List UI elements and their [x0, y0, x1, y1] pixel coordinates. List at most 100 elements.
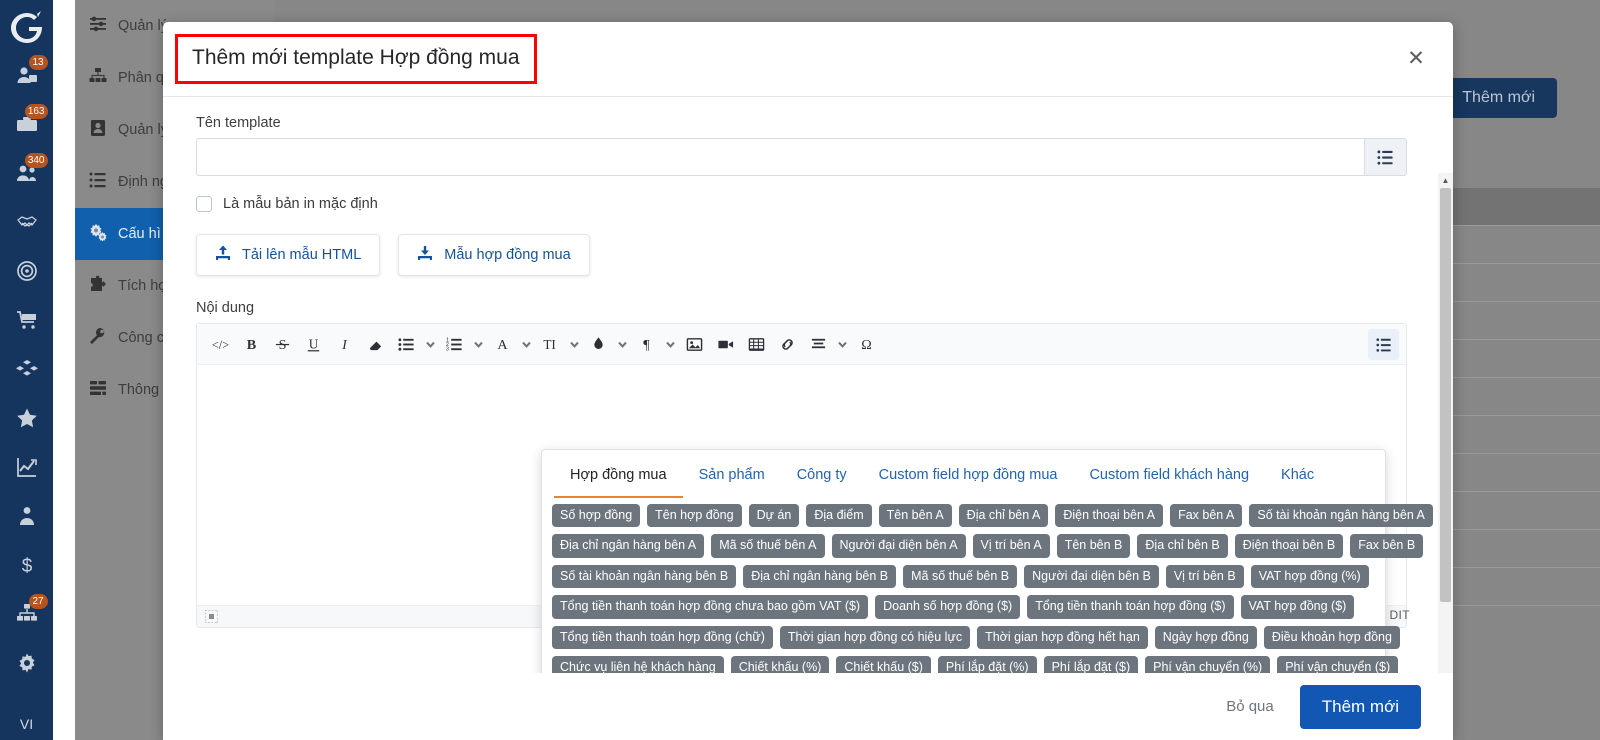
- field-chip[interactable]: Mã số thuế bên A: [711, 534, 825, 558]
- field-picker-tab-4[interactable]: Custom field khách hàng: [1073, 452, 1265, 498]
- template-name-input[interactable]: [196, 138, 1364, 176]
- chevron-down-icon[interactable]: [834, 329, 851, 360]
- chevron-down-icon[interactable]: [470, 329, 487, 360]
- field-chip[interactable]: Thời gian hợp đồng có hiệu lực: [779, 625, 971, 649]
- field-chip[interactable]: Dự án: [748, 504, 800, 528]
- field-chip[interactable]: Số tài khoản ngân hàng bên B: [552, 564, 737, 589]
- field-chip[interactable]: Địa chỉ bên B: [1137, 534, 1228, 558]
- chevron-down-icon[interactable]: [662, 329, 679, 360]
- field-chip[interactable]: Điện thoại bên A: [1055, 504, 1164, 528]
- field-chip[interactable]: Phí vận chuyển (%): [1145, 655, 1271, 673]
- rail-item-cart-icon[interactable]: [7, 302, 47, 342]
- upload-html-template-button[interactable]: Tải lên mẫu HTML: [196, 234, 381, 276]
- toolbar-align-icon[interactable]: [803, 329, 834, 360]
- rail-item-dollar-icon[interactable]: $: [7, 547, 47, 587]
- field-chip[interactable]: Điện thoại bên B: [1234, 534, 1344, 558]
- scrollbar-track[interactable]: [1440, 188, 1451, 673]
- modal-scrollbar[interactable]: ▲ ▼: [1438, 173, 1453, 673]
- scroll-up-arrow-icon[interactable]: ▲: [1438, 173, 1453, 188]
- field-chip[interactable]: Địa chỉ bên A: [958, 504, 1049, 528]
- field-chip[interactable]: Doanh số hợp đồng ($): [875, 595, 1021, 619]
- field-chip[interactable]: Thời gian hợp đồng hết hạn: [977, 625, 1148, 649]
- toolbar-highlight-icon[interactable]: [583, 329, 614, 360]
- field-chip[interactable]: Tổng tiền thanh toán hợp đồng ($): [1027, 595, 1234, 619]
- rail-item-user-tie-icon[interactable]: [7, 498, 47, 538]
- field-chip[interactable]: Ngày hợp đồng: [1154, 625, 1257, 649]
- chevron-down-icon[interactable]: [566, 329, 583, 360]
- toolbar-strikethrough-icon[interactable]: S: [267, 329, 298, 360]
- field-chip[interactable]: Tên bên B: [1056, 534, 1131, 558]
- field-picker-tab-3[interactable]: Custom field hợp đồng mua: [863, 452, 1074, 498]
- resize-handle-icon[interactable]: [204, 609, 219, 624]
- field-chip[interactable]: Mã số thuế bên B: [903, 564, 1018, 589]
- field-chip[interactable]: Chiết khấu (%): [730, 655, 830, 673]
- rail-item-briefcase-icon[interactable]: 163: [7, 104, 48, 146]
- toolbar-image-icon[interactable]: [679, 329, 710, 360]
- template-name-field-list-icon[interactable]: [1364, 138, 1407, 176]
- language-indicator[interactable]: VI: [0, 716, 53, 732]
- field-chip[interactable]: Tên hợp đồng: [647, 504, 742, 528]
- background-add-new-button[interactable]: Thêm mới: [1440, 78, 1557, 118]
- toolbar-font-size-icon[interactable]: TI: [535, 329, 566, 360]
- toolbar-font-color-icon[interactable]: A: [487, 329, 518, 360]
- rail-item-star-icon[interactable]: [7, 400, 47, 440]
- toolbar-bullet-list-icon[interactable]: [391, 329, 422, 360]
- chevron-down-icon[interactable]: [422, 329, 439, 360]
- field-chip[interactable]: Vị trí bên B: [1165, 564, 1244, 589]
- purchase-contract-sample-button[interactable]: Mẫu hợp đồng mua: [398, 234, 590, 276]
- toolbar-numbered-list-icon[interactable]: 123: [439, 329, 470, 360]
- rail-item-handshake-icon[interactable]: [7, 204, 47, 244]
- field-chip[interactable]: Tổng tiền thanh toán hợp đồng (chữ): [552, 625, 773, 649]
- field-picker-tab-5[interactable]: Khác: [1265, 452, 1330, 498]
- field-chip[interactable]: Chiết khấu ($): [836, 655, 931, 673]
- toolbar-video-icon[interactable]: [710, 329, 741, 360]
- rail-item-sitemap-icon[interactable]: 27: [7, 594, 48, 636]
- field-chip[interactable]: VAT hợp đồng (%): [1250, 564, 1369, 589]
- toolbar-italic-icon[interactable]: I: [329, 329, 360, 360]
- field-chip[interactable]: Số hợp đồng: [552, 504, 641, 528]
- field-chip[interactable]: Phí vận chuyển ($): [1277, 655, 1399, 673]
- field-chip[interactable]: Địa điểm: [806, 504, 872, 528]
- chevron-down-icon[interactable]: [614, 329, 631, 360]
- chevron-down-icon[interactable]: [518, 329, 535, 360]
- field-chip[interactable]: Địa chỉ ngân hàng bên A: [552, 534, 705, 558]
- toolbar-underline-icon[interactable]: U: [298, 329, 329, 360]
- field-chip[interactable]: Phí lắp đặt (%): [937, 655, 1037, 673]
- field-chip[interactable]: Fax bên B: [1350, 534, 1424, 558]
- toolbar-code-icon[interactable]: </>: [205, 329, 236, 360]
- rail-item-target-icon[interactable]: [7, 253, 47, 293]
- field-chip[interactable]: VAT hợp đồng ($): [1240, 595, 1355, 619]
- field-chip[interactable]: Số tài khoản ngân hàng bên A: [1249, 504, 1433, 528]
- rail-item-boxes-icon[interactable]: [7, 351, 47, 391]
- brand-logo-icon[interactable]: [7, 8, 47, 48]
- field-chip[interactable]: Địa chỉ ngân hàng bên B: [743, 564, 897, 589]
- toolbar-link-icon[interactable]: [772, 329, 803, 360]
- field-picker-tab-1[interactable]: Sản phẩm: [683, 452, 781, 498]
- field-chip[interactable]: Tên bên A: [878, 504, 952, 528]
- submit-button[interactable]: Thêm mới: [1299, 684, 1421, 729]
- field-chip[interactable]: Người đại diện bên B: [1024, 564, 1159, 589]
- default-print-checkbox-row[interactable]: Là mẫu bản in mặc định: [196, 196, 1407, 212]
- rail-item-chart-line-icon[interactable]: [7, 449, 47, 489]
- field-chip[interactable]: Vị trí bên A: [972, 534, 1050, 558]
- field-picker-tab-0[interactable]: Hợp đồng mua: [554, 452, 683, 498]
- toolbar-paragraph-icon[interactable]: ¶: [631, 329, 662, 360]
- field-chip[interactable]: Fax bên A: [1170, 504, 1243, 528]
- field-chip[interactable]: Tổng tiền thanh toán hợp đồng chưa bao g…: [552, 595, 869, 619]
- field-chip[interactable]: Phí lắp đặt ($): [1043, 655, 1139, 673]
- field-chip[interactable]: Chức vụ liên hệ khách hàng: [552, 655, 724, 673]
- field-chip[interactable]: Người đại diện bên A: [831, 534, 966, 558]
- field-chip[interactable]: Điều khoản hợp đồng: [1263, 625, 1400, 649]
- insert-field-button[interactable]: [1368, 329, 1399, 360]
- rail-item-gear-icon[interactable]: [7, 645, 47, 685]
- toolbar-bold-icon[interactable]: B: [236, 329, 267, 360]
- toolbar-omega-icon[interactable]: Ω: [851, 329, 882, 360]
- rail-item-user-badge-icon[interactable]: 13: [7, 55, 48, 97]
- field-picker-tab-2[interactable]: Công ty: [781, 452, 863, 498]
- close-icon[interactable]: ✕: [1403, 46, 1429, 72]
- toolbar-table-icon[interactable]: [741, 329, 772, 360]
- default-print-checkbox[interactable]: [196, 196, 212, 212]
- toolbar-eraser-icon[interactable]: [360, 329, 391, 360]
- rail-item-user-group-icon[interactable]: 340: [7, 153, 48, 195]
- scrollbar-thumb[interactable]: [1440, 188, 1451, 602]
